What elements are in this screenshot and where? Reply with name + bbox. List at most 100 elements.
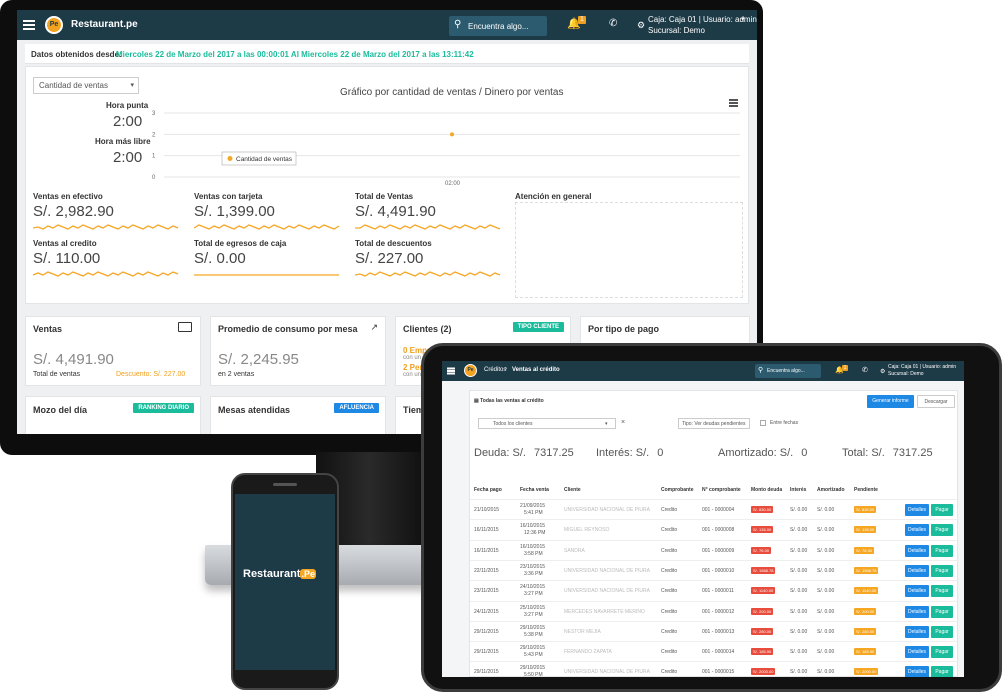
details-button[interactable]: Detalles xyxy=(905,605,929,618)
legend-label: Cantidad de ventas xyxy=(236,156,293,163)
card-discount: Descuento: S/. 227.00 xyxy=(116,371,186,378)
table-row[interactable]: 29/11/2015 5:50 PM 29/10/2015 UNIVERSIDAD N… xyxy=(470,661,959,677)
cell-comp: Credito xyxy=(661,527,678,534)
cell-interes: S/. 0.00 xyxy=(790,567,808,574)
column-header[interactable]: Pendiente xyxy=(854,487,878,493)
table-row[interactable]: 29/11/2015 5:43 PM 29/10/2015 FERNANDO ZAPA… xyxy=(470,641,959,661)
pay-button[interactable]: Pagar xyxy=(931,564,953,577)
gear-icon[interactable]: ⚙ xyxy=(880,368,885,375)
card-badge: TIPO CLIENTE xyxy=(512,322,564,332)
branch-info: Sucursal: Demo xyxy=(888,371,924,377)
gear-icon[interactable]: ⚙ xyxy=(637,20,645,31)
details-button[interactable]: Detalles xyxy=(905,524,929,537)
column-header[interactable]: Fecha pago xyxy=(474,487,502,493)
phone-icon[interactable]: ✆ xyxy=(862,366,868,374)
table-row[interactable]: 21/10/2015 5:41 PM 21/09/2015 UNIVERSIDAD N… xyxy=(470,499,959,519)
details-button[interactable]: Detalles xyxy=(905,585,929,598)
cell-num: 001 - 0000014 xyxy=(702,649,735,656)
chart-metric-select[interactable]: Cantidad de ventas ▾ xyxy=(33,77,139,94)
app-logo: Pe xyxy=(45,16,63,34)
chart-legend[interactable]: Cantidad de ventas xyxy=(221,151,297,166)
cell-num: 001 - 0000004 xyxy=(702,507,735,513)
card-ventas: Ventas S/. 4,491.90 Total de ventas Desc… xyxy=(25,316,201,386)
chevron-down-icon: ▾ xyxy=(605,421,608,427)
date-range-bar: Datos obtenidos desde: Miercoles 22 de M… xyxy=(25,44,749,64)
table-row[interactable]: 23/11/2015 3:27 PM 24/10/2015 UNIVERSIDAD N… xyxy=(470,580,959,600)
clear-filter-icon[interactable]: × xyxy=(621,419,625,426)
stat-label: Total de egresos de caja xyxy=(194,239,287,248)
data-point[interactable] xyxy=(450,132,454,137)
cell-amort: S/. 0.00 xyxy=(817,588,835,595)
client-filter-select[interactable]: Todos los clientes ▾ xyxy=(478,418,616,429)
cell-num: 001 - 0000009 xyxy=(702,547,735,554)
pay-date: 16/11/2015 xyxy=(474,547,499,554)
breadcrumb-1[interactable]: Créditos xyxy=(484,367,506,373)
notification-count: 1 xyxy=(842,365,848,371)
details-button[interactable]: Detalles xyxy=(905,646,929,659)
sale-time: 3:58 PM xyxy=(524,550,543,557)
sale-date: 29/10/2015 xyxy=(520,624,546,631)
chart-menu-icon[interactable] xyxy=(729,102,738,104)
pay-date: 23/11/2015 xyxy=(474,588,499,595)
pay-button[interactable]: Pagar xyxy=(931,544,953,557)
table-row[interactable]: 29/11/2015 5:38 PM 29/10/2015 NESTOR MEJIA C… xyxy=(470,620,959,641)
stat-label: Total de descuentos xyxy=(355,239,432,248)
details-button[interactable]: Detalles xyxy=(905,564,929,577)
column-header[interactable]: Comprobante xyxy=(661,487,694,493)
column-header[interactable]: Interés xyxy=(790,487,806,493)
menu-icon[interactable] xyxy=(23,24,35,26)
table-row[interactable]: 16/11/2015 3:58 PM 16/10/2015 SANDRA Credito… xyxy=(470,539,959,560)
details-button[interactable]: Detalles xyxy=(905,504,929,516)
cell-comp: Credito xyxy=(661,547,678,554)
table-row[interactable]: 16/11/2015 12:36 PM 16/10/2015 MIGUEL REYNO… xyxy=(470,519,959,539)
summary-item: Total: S/. 7317.25 xyxy=(842,447,933,459)
pay-button[interactable]: Pagar xyxy=(931,625,953,638)
phone-screen: Restaurant.Pe xyxy=(235,494,335,670)
pay-date: 29/11/2015 xyxy=(474,628,499,635)
stat-value: S/. 110.00 xyxy=(33,250,101,267)
chevron-down-icon[interactable]: ▾ xyxy=(741,15,745,23)
generate-report-button[interactable]: Generar informe xyxy=(867,395,914,408)
search-input[interactable]: ⚲ Encuentra algo... xyxy=(449,16,547,36)
clientes-empresas-sub: con un xyxy=(403,355,422,361)
column-header[interactable]: Monto deuda xyxy=(751,487,782,493)
pay-button[interactable]: Pagar xyxy=(931,504,953,516)
pending-badge: S/. 200.00 xyxy=(854,607,877,615)
sale-time: 5:50 PM xyxy=(524,672,543,677)
cell-interes: S/. 0.00 xyxy=(790,608,808,615)
pay-button[interactable]: Pagar xyxy=(931,666,953,677)
pending-badge: S/. 135.00 xyxy=(854,526,877,534)
card-sub: Total de ventas xyxy=(33,371,81,378)
user-info[interactable]: Caja: Caja 01 | Usuario: admin xyxy=(888,364,956,370)
card-value: S/. 2,245.95 xyxy=(218,351,299,368)
details-button[interactable]: Detalles xyxy=(905,666,929,677)
card-title: Clientes (2) xyxy=(403,324,452,334)
cell-amort: S/. 0.00 xyxy=(817,649,835,656)
column-header[interactable]: Amortizado xyxy=(817,487,845,493)
table-row[interactable]: 24/11/2015 3:27 PM 25/10/2015 MERCEDES NAVA… xyxy=(470,600,959,621)
client-name: UNIVERSIDAD NACIONAL DE PIURA xyxy=(564,507,650,513)
details-button[interactable]: Detalles xyxy=(905,625,929,638)
pay-button[interactable]: Pagar xyxy=(931,646,953,659)
sale-date: 23/10/2015 xyxy=(520,563,546,570)
column-header[interactable]: Cliente xyxy=(564,487,581,493)
branch-info: Sucursal: Demo xyxy=(648,26,705,35)
cell-comp: Credito xyxy=(661,507,678,513)
column-header[interactable]: N° comprobante xyxy=(702,487,741,493)
pay-button[interactable]: Pagar xyxy=(931,524,953,537)
search-input[interactable]: ⚲ Encuentra algo... xyxy=(755,364,821,378)
pay-button[interactable]: Pagar xyxy=(931,605,953,618)
stat-value: S/. 0.00 xyxy=(194,250,246,267)
download-button[interactable]: Descargar xyxy=(917,395,955,408)
column-header[interactable]: Fecha venta xyxy=(520,487,549,493)
table-row[interactable]: 22/11/2015 3:36 PM 23/10/2015 UNIVERSIDAD N… xyxy=(470,559,959,580)
date-range-checkbox[interactable] xyxy=(760,420,766,426)
type-filter-select[interactable]: Tipo: Ver deudas pendientes xyxy=(678,418,750,429)
client-name: MIGUEL REYNOSO xyxy=(564,527,610,534)
details-button[interactable]: Detalles xyxy=(905,544,929,557)
pay-date: 29/11/2015 xyxy=(474,669,499,676)
menu-icon[interactable] xyxy=(447,370,455,372)
pay-button[interactable]: Pagar xyxy=(931,585,953,598)
y-tick-label: 3 xyxy=(152,111,156,117)
phone-icon[interactable]: ✆ xyxy=(609,18,617,29)
